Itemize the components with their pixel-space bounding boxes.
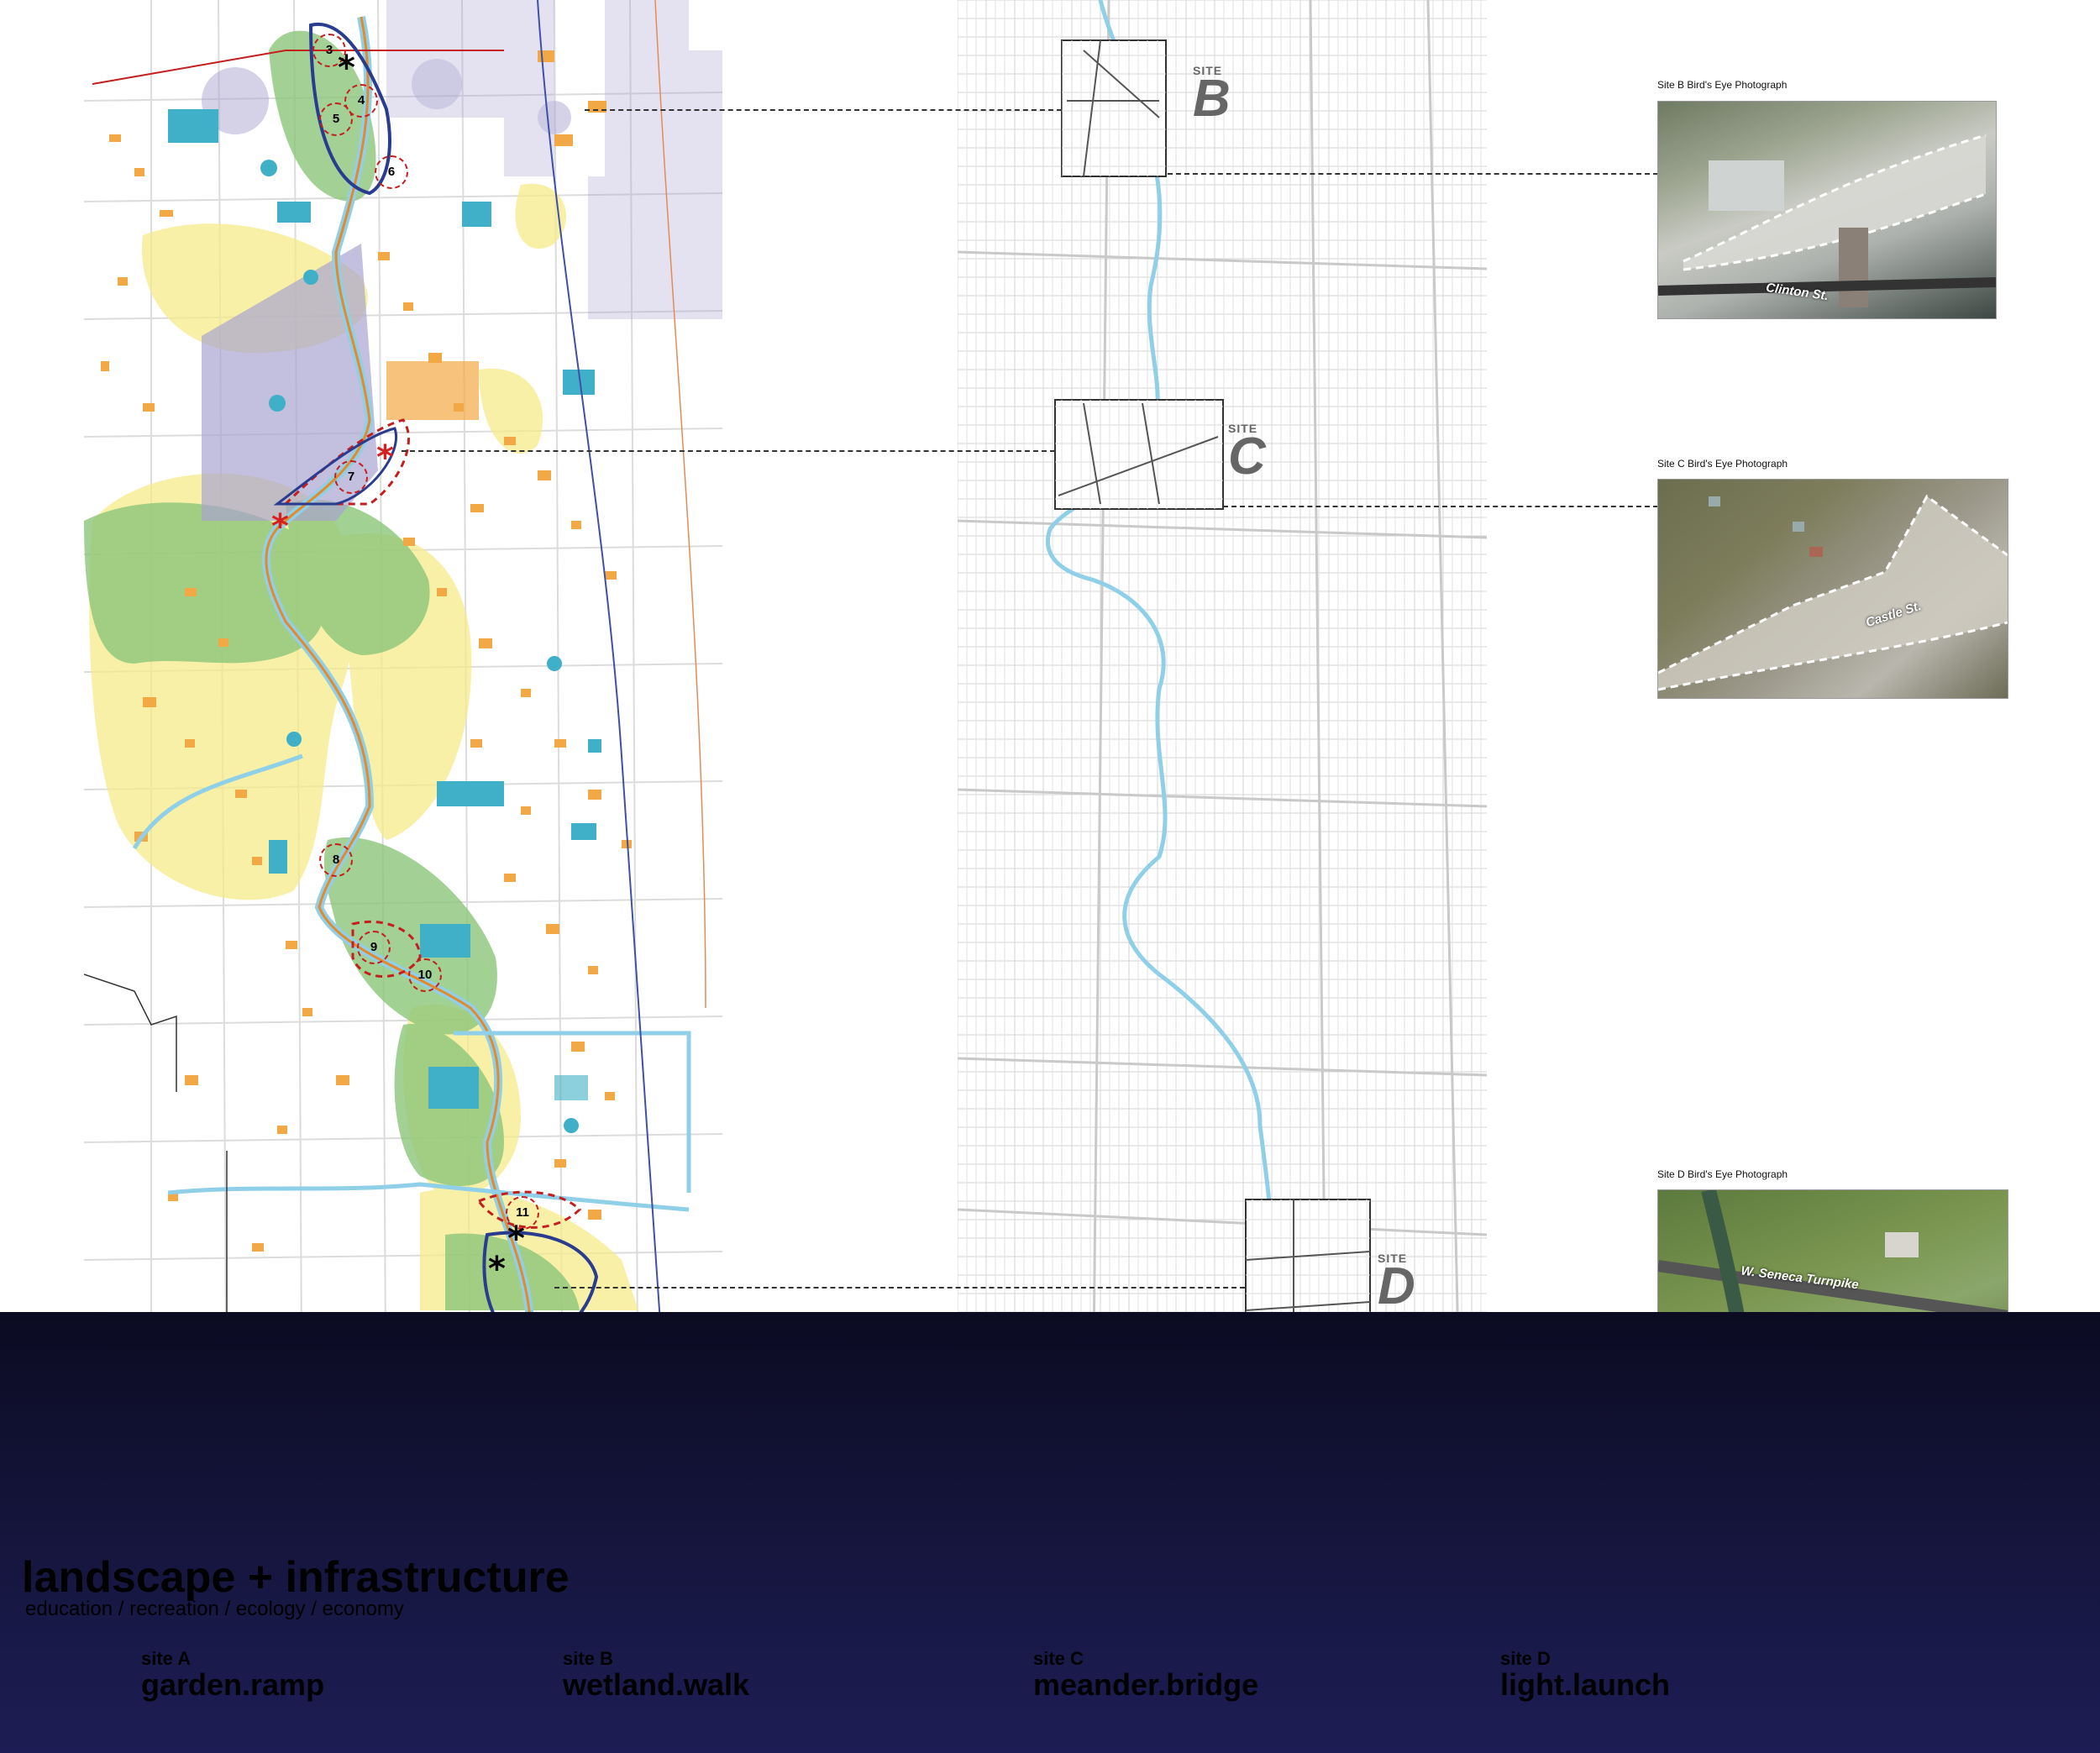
marker-7: 7 [334,460,368,494]
asterisk-icon: * [271,507,289,546]
leader-line [1223,506,1658,507]
photo-caption-site-d: Site D Bird's Eye Photograph [1657,1168,1788,1180]
page-subtitle: education / recreation / ecology / econo… [25,1598,404,1620]
marker-9: 9 [357,931,391,964]
site-b-name: site Bwetland.walk [563,1648,750,1702]
leader-line [585,109,1062,111]
photo-caption-site-b: Site B Bird's Eye Photograph [1657,79,1788,91]
marker-10: 10 [408,958,442,992]
marker-8: 8 [319,843,353,877]
asterisk-icon: * [488,1250,506,1289]
site-b-photo: Clinton St. [1657,101,1997,319]
site-b-box [1061,39,1167,177]
left-analysis-map [84,0,722,1495]
site-c-photo: Castle St. [1657,479,2008,699]
leader-line [554,1287,1245,1289]
site-a-name: site Agarden.ramp [141,1648,325,1702]
site-b-label: SITE B [1193,64,1231,128]
marker-5: 5 [319,102,353,136]
site-c-label: SITE C [1228,422,1266,485]
site-d-name: site Dlight.launch [1500,1648,1670,1702]
leader-line [402,450,1055,452]
leader-line [1168,173,1658,175]
page-title: landscape + infrastructure [22,1553,570,1602]
site-c-name: site Cmeander.bridge [1033,1648,1259,1702]
asterisk-icon: * [507,1220,525,1258]
asterisk-icon: * [338,49,355,87]
photo-caption-site-c: Site C Bird's Eye Photograph [1657,458,1788,470]
marker-6: 6 [375,155,408,189]
site-c-box [1054,399,1224,510]
site-d-label: SITE D [1378,1252,1415,1315]
asterisk-icon: * [376,438,394,477]
